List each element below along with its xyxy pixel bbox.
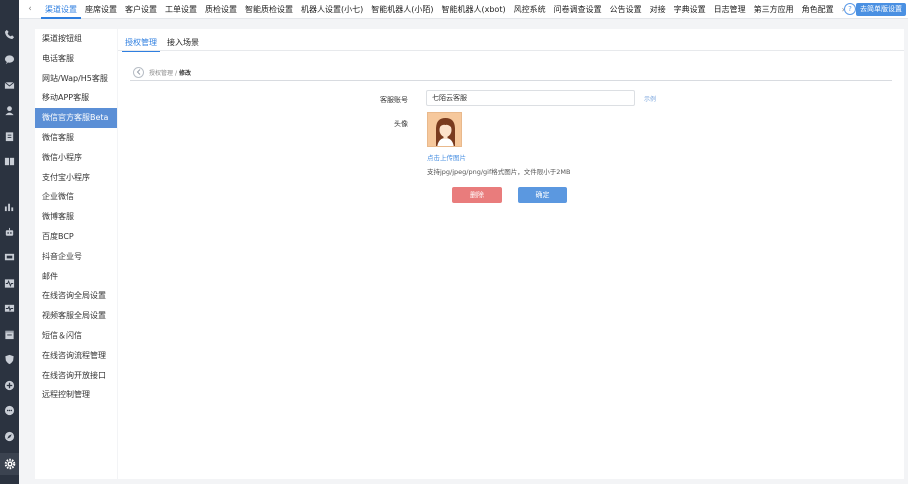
monitor-icon[interactable] xyxy=(3,251,16,264)
sidebar-item-alipay-miniprogram[interactable]: 支付宝小程序 xyxy=(35,168,117,188)
breadcrumb-text: 授权管理 / 修改 xyxy=(149,68,191,77)
tab-smart-robot-xbot[interactable]: 智能机器人(xbot) xyxy=(438,0,510,19)
tab-customer-settings[interactable]: 客户设置 xyxy=(121,0,161,19)
sidebar-item-channel-buttons[interactable]: 渠道按钮组 xyxy=(35,29,117,49)
tab-channel-settings[interactable]: 渠道设置 xyxy=(41,0,81,19)
sidebar-item-email[interactable]: 邮件 xyxy=(35,267,117,287)
sidebar-item-weibo[interactable]: 微博客服 xyxy=(35,207,117,227)
tab-risk-control[interactable]: 风控系统 xyxy=(510,0,550,19)
tab-survey-settings[interactable]: 问卷调查设置 xyxy=(550,0,606,19)
help-icon[interactable]: ? xyxy=(844,3,856,15)
wave-icon[interactable] xyxy=(3,277,16,290)
tab-log-management[interactable]: 日志管理 xyxy=(710,0,750,19)
nav-left-arrow-icon[interactable]: ‹ xyxy=(19,4,41,14)
confirm-button[interactable]: 确定 xyxy=(518,187,567,203)
gear-icon[interactable] xyxy=(0,453,19,475)
sidebar-item-douyin[interactable]: 抖音企业号 xyxy=(35,247,117,267)
breadcrumb-parent[interactable]: 授权管理 xyxy=(149,70,173,77)
sidebar-item-wechat-miniprogram[interactable]: 微信小程序 xyxy=(35,148,117,168)
plus-circle-icon[interactable] xyxy=(3,379,16,392)
main-panel: 授权管理 接入场景 授权管理 / 修改 客服账号 七陌云客服 示例 头像 点击上传图… xyxy=(118,29,904,479)
bar-chart-icon[interactable] xyxy=(3,200,16,213)
simple-settings-button[interactable]: 去简单版设置 xyxy=(856,3,906,16)
sidebar-item-sms[interactable]: 短信＆闪信 xyxy=(35,326,117,346)
tab-third-party-apps[interactable]: 第三方应用 xyxy=(750,0,798,19)
upload-image-link[interactable]: 点击上传图片 xyxy=(427,152,466,162)
sidebar-item-mobile-app[interactable]: 移动APP客服 xyxy=(35,88,117,108)
robot-icon[interactable] xyxy=(3,226,16,239)
tab-agent-settings[interactable]: 座席设置 xyxy=(81,0,121,19)
sidebar-item-web[interactable]: 网站/Wap/H5客服 xyxy=(35,69,117,89)
book-icon[interactable] xyxy=(3,155,16,168)
tab-qa-settings[interactable]: 质检设置 xyxy=(201,0,241,19)
message-icon[interactable] xyxy=(3,404,16,417)
sidebar-item-phone[interactable]: 电话客服 xyxy=(35,49,117,69)
heart-monitor-icon[interactable] xyxy=(3,302,16,315)
upload-hint: 支持jpg/jpeg/png/gif格式图片，文件限小于2MB xyxy=(427,168,571,176)
demo-link[interactable]: 示例 xyxy=(644,94,656,103)
clipboard-icon[interactable] xyxy=(3,130,16,143)
account-input[interactable]: 七陌云客服 xyxy=(426,90,635,106)
chat-bubble-icon[interactable] xyxy=(3,53,16,66)
sidebar-item-open-api[interactable]: 在线咨询开放接口 xyxy=(35,366,117,386)
sidebar-item-wechat[interactable]: 微信客服 xyxy=(35,128,117,148)
tab-dictionary-settings[interactable]: 字典设置 xyxy=(670,0,710,19)
mail-icon[interactable] xyxy=(3,79,16,92)
phone-icon[interactable] xyxy=(3,28,16,41)
calendar-icon[interactable] xyxy=(3,328,16,341)
breadcrumb: 授权管理 / 修改 xyxy=(130,64,892,81)
channel-sidebar: 渠道按钮组 电话客服 网站/Wap/H5客服 移动APP客服 微信官方客服Bet… xyxy=(35,29,117,479)
tab-notice-settings[interactable]: 公告设置 xyxy=(606,0,646,19)
delete-button[interactable]: 删除 xyxy=(452,187,502,203)
tabs-divider xyxy=(118,50,904,51)
compass-icon[interactable] xyxy=(3,430,16,443)
tab-ticket-settings[interactable]: 工单设置 xyxy=(161,0,201,19)
sidebar-item-remote-control[interactable]: 远程控制管理 xyxy=(35,385,117,405)
top-nav: ‹ 渠道设置 座席设置 客户设置 工单设置 质检设置 智能质检设置 机器人设置(… xyxy=(19,0,908,19)
tab-robot-settings[interactable]: 机器人设置(小七) xyxy=(297,0,367,19)
tab-smart-robot-xiaomo[interactable]: 智能机器人(小陌) xyxy=(367,0,437,19)
avatar-label: 头像 xyxy=(394,120,408,128)
breadcrumb-current: 修改 xyxy=(179,69,192,77)
avatar-image[interactable] xyxy=(427,112,462,147)
account-label: 客服账号 xyxy=(380,96,408,104)
icon-rail xyxy=(0,0,19,484)
user-icon[interactable] xyxy=(3,104,16,117)
sidebar-item-online-flow[interactable]: 在线咨询流程管理 xyxy=(35,346,117,366)
tab-role-config[interactable]: 角色配置 xyxy=(798,0,838,19)
tab-integration[interactable]: 对接 xyxy=(646,0,670,19)
tab-smart-qa-settings[interactable]: 智能质检设置 xyxy=(241,0,297,19)
shield-icon[interactable] xyxy=(3,353,16,366)
sidebar-item-video-global[interactable]: 视频客服全局设置 xyxy=(35,306,117,326)
sidebar-item-baidu-bcp[interactable]: 百度BCP xyxy=(35,227,117,247)
sidebar-item-wecom[interactable]: 企业微信 xyxy=(35,187,117,207)
back-arrow-icon[interactable] xyxy=(133,66,144,78)
breadcrumb-separator: / xyxy=(175,69,178,77)
sidebar-item-wechat-official[interactable]: 微信官方客服Beta xyxy=(35,108,117,128)
sidebar-item-online-global[interactable]: 在线咨询全局设置 xyxy=(35,286,117,306)
